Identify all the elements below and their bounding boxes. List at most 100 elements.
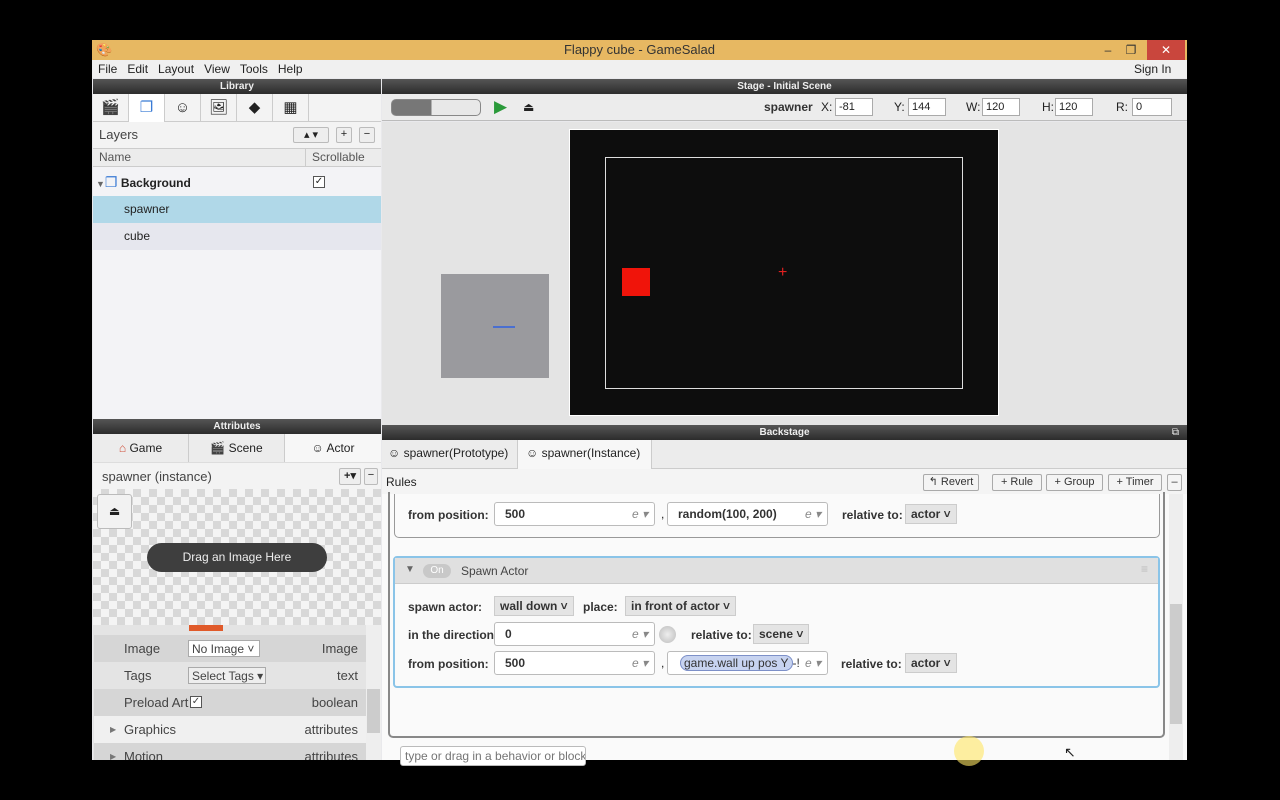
stage-canvas[interactable]: + — [382, 122, 1187, 425]
attribute-token[interactable]: game.wall up pos Y — [680, 655, 793, 671]
collapse-icon[interactable]: ▼ — [405, 564, 415, 575]
behavior-search-input[interactable] — [400, 746, 586, 766]
play-icon[interactable]: ▶ — [494, 97, 507, 117]
col-name[interactable]: Name — [99, 149, 131, 166]
from-position-label: from position: — [408, 657, 489, 671]
direction-knob[interactable] — [659, 626, 676, 643]
actors-tab-icon[interactable]: ☺ — [165, 94, 201, 122]
prop-tags: Tags Select Tags ▾ text — [94, 662, 366, 689]
prop-motion[interactable]: ▶ Motion attributes — [94, 743, 366, 760]
menu-layout[interactable]: Layout — [158, 62, 194, 76]
camera-icon[interactable]: ⏏ — [523, 100, 534, 114]
prop-graphics[interactable]: ▶ Graphics attributes — [94, 716, 366, 743]
w-label: W: — [966, 100, 981, 114]
place-select[interactable]: in front of actor ˅ — [625, 596, 737, 616]
spawner-actor[interactable] — [441, 274, 549, 378]
remove-layer-button[interactable]: − — [359, 127, 375, 143]
layers-tab-icon[interactable]: ❐ — [129, 94, 165, 122]
preload-art-checkbox[interactable]: ✓ — [190, 696, 202, 708]
w-field[interactable]: 120 — [982, 98, 1020, 116]
menu-help[interactable]: Help — [278, 62, 303, 76]
tab-game[interactable]: ⌂ Game — [93, 434, 189, 462]
actor-preview-icon: ⏏ — [97, 494, 132, 529]
rotation-handle[interactable] — [493, 326, 515, 328]
add-layer-button[interactable]: + — [336, 127, 352, 143]
on-toggle[interactable]: On — [423, 564, 451, 578]
spawn-actor-select[interactable]: wall down ˅ — [494, 596, 574, 616]
from-y-field[interactable]: random(100, 200) e ▾ — [667, 502, 828, 526]
r-label: R: — [1116, 100, 1128, 114]
attributes-scrollbar[interactable] — [366, 625, 381, 760]
y-field[interactable]: 144 — [908, 98, 946, 116]
remove-button[interactable]: – — [1167, 474, 1182, 491]
detach-icon[interactable]: ⧉ — [1172, 425, 1179, 440]
layer-row-cube[interactable]: cube — [93, 223, 381, 250]
add-attribute-button[interactable]: +▾ — [339, 468, 361, 485]
tab-prototype[interactable]: ☺ spawner(Prototype) — [388, 446, 508, 460]
direction-relative-select[interactable]: scene ˅ — [753, 624, 810, 644]
layer-up-down-buttons[interactable]: ▴ ▾ — [293, 127, 329, 143]
r-field[interactable]: 0 — [1132, 98, 1172, 116]
menu-view[interactable]: View — [204, 62, 230, 76]
revert-button[interactable]: ↰ Revert — [923, 474, 979, 491]
from-x-field[interactable]: 500 e ▾ — [494, 502, 655, 526]
image-select[interactable]: No Image ˅ — [188, 640, 260, 657]
col-scrollable[interactable]: Scrollable — [305, 149, 365, 166]
expression-editor-icon[interactable]: e ▾ — [632, 503, 648, 525]
relative-to-select[interactable]: actor ˅ — [905, 504, 957, 524]
add-timer-button[interactable]: + Timer — [1108, 474, 1162, 491]
relative-to-label: relative to: — [691, 628, 752, 642]
from-y-field[interactable]: game.wall up pos Y -! e ▾ — [667, 651, 828, 675]
select-value: Select Tags — [192, 669, 254, 683]
scenes-tab-icon[interactable]: 🎬 — [93, 94, 129, 122]
restore-button[interactable]: ❐ — [1117, 40, 1145, 60]
menu-tools[interactable]: Tools — [240, 62, 268, 76]
layer-name: spawner — [124, 202, 170, 216]
h-field[interactable]: 120 — [1055, 98, 1093, 116]
app-icon: 🎨 — [96, 42, 113, 57]
expression-editor-icon[interactable]: e ▾ — [805, 652, 821, 674]
h-label: H: — [1042, 100, 1054, 114]
add-rule-button[interactable]: + Rule — [992, 474, 1042, 491]
window-title: Flappy cube - GameSalad — [563, 42, 716, 57]
expression-editor-icon[interactable]: e ▾ — [632, 623, 648, 645]
menu-edit[interactable]: Edit — [127, 62, 148, 76]
images-tab-icon[interactable]: 🖼 — [201, 94, 237, 122]
tab-instance[interactable]: ☺ spawner(Instance) — [517, 440, 652, 469]
expression-editor-icon[interactable]: e ▾ — [632, 652, 648, 674]
behaviors-tab-icon[interactable]: ◆ — [237, 94, 273, 122]
zoom-slider[interactable] — [391, 99, 481, 116]
scene-area[interactable]: + — [569, 129, 999, 416]
prop-name: Motion — [124, 749, 164, 760]
from-x-field[interactable]: 500 e ▾ — [494, 651, 655, 675]
close-button[interactable]: ✕ — [1147, 40, 1185, 60]
tab-actor[interactable]: ☺ Actor — [285, 434, 381, 462]
menu-file[interactable]: File — [98, 62, 117, 76]
rules-scrollbar[interactable] — [1169, 494, 1183, 760]
layer-row-spawner[interactable]: spawner — [93, 196, 381, 223]
scrollable-checkbox[interactable]: ✓ — [313, 176, 325, 188]
direction-field[interactable]: 0 e ▾ — [494, 622, 655, 646]
actor-title-row: spawner (instance) +▾ − — [93, 462, 381, 490]
tables-tab-icon[interactable]: ▦ — [273, 94, 309, 122]
prop-name: Image — [124, 641, 161, 656]
expr-value: random(100, 200) — [678, 507, 777, 521]
image-drop-area[interactable]: ⏏ Drag an Image Here — [93, 489, 381, 625]
color-swatch[interactable] — [189, 625, 223, 631]
layer-row-background[interactable]: ▼❐ Background ✓ — [93, 169, 381, 196]
title-bar: 🎨 Flappy cube - GameSalad – ❐ ✕ — [92, 40, 1187, 60]
tab-scene[interactable]: 🎬 Scene — [189, 434, 285, 462]
cube-actor[interactable] — [622, 268, 650, 296]
position-relative-select[interactable]: actor ˅ — [905, 653, 957, 673]
x-field[interactable]: -81 — [835, 98, 873, 116]
tags-select[interactable]: Select Tags ▾ — [188, 667, 266, 684]
origin-crosshair-icon: + — [778, 264, 788, 281]
remove-attribute-button[interactable]: − — [364, 468, 378, 485]
prop-type: Image — [321, 641, 358, 656]
add-group-button[interactable]: + Group — [1046, 474, 1103, 491]
prop-type: boolean — [311, 695, 358, 710]
drag-handle-icon[interactable]: ≡ — [1141, 562, 1148, 576]
sign-in-link[interactable]: Sign In — [1134, 60, 1171, 78]
behavior-header: ▼ On Spawn Actor ≡ — [395, 558, 1158, 584]
expression-editor-icon[interactable]: e ▾ — [805, 503, 821, 525]
